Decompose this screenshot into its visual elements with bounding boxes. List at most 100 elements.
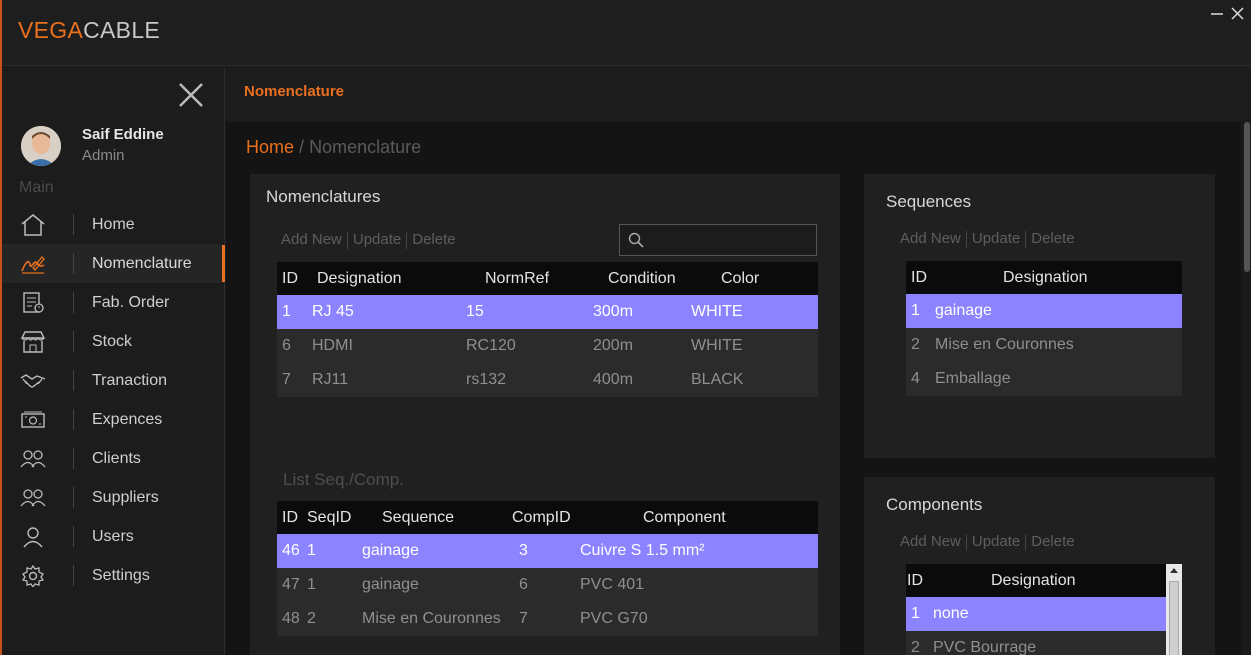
action-divider (346, 231, 348, 249)
table-row[interactable]: 2 Mise en Couronnes (906, 328, 1182, 362)
page-title: Nomenclature (244, 83, 345, 100)
cell: 6 (519, 576, 528, 593)
components-panel: Components Add New Update Delete ID Design… (864, 477, 1215, 655)
nomenclatures-panel: Nomenclatures Add New Update Delete ID Des… (250, 174, 840, 655)
delete-button[interactable]: Delete (1031, 533, 1074, 550)
cell: gainage (362, 542, 419, 559)
column-header[interactable]: Sequence (357, 501, 507, 534)
page-scroll-thumb[interactable] (1244, 122, 1250, 272)
add-new-button[interactable]: Add New (281, 231, 342, 248)
store-icon (20, 331, 46, 353)
table-row[interactable]: 1 none (906, 597, 1166, 631)
table-row[interactable]: 47 1 gainage 6 PVC 401 (277, 568, 818, 602)
components-title: Components (886, 495, 983, 514)
search-icon (628, 232, 644, 248)
cell: rs132 (466, 371, 507, 388)
sidebar-item-settings[interactable]: Settings (2, 556, 225, 595)
sidebar-item-clients[interactable]: Clients (2, 439, 225, 478)
logo-part-vega: VEGA (18, 17, 84, 43)
column-header[interactable]: ID (906, 564, 928, 597)
sidebar-item-suppliers[interactable]: Suppliers (2, 478, 225, 517)
update-button[interactable]: Update (972, 533, 1020, 550)
cell: 300m (593, 303, 634, 320)
avatar[interactable] (21, 126, 61, 166)
sidebar-item-stock[interactable]: Stock (2, 322, 225, 361)
column-header[interactable]: Color (690, 262, 818, 295)
nomenclatures-title: Nomenclatures (266, 187, 381, 206)
column-header[interactable]: Condition (562, 262, 690, 295)
minimize-icon[interactable] (1210, 6, 1224, 24)
column-header[interactable]: ID (906, 261, 930, 294)
update-button[interactable]: Update (353, 231, 401, 248)
table-header-row: ID Designation (906, 261, 1182, 294)
sidebar-item-transaction[interactable]: Tranaction (2, 361, 225, 400)
seqcomp-table: ID SeqID Sequence CompID Component 46 1 ga… (277, 501, 818, 636)
cell: none (933, 605, 969, 622)
nav-divider (73, 448, 74, 469)
column-header[interactable]: NormRef (435, 262, 562, 295)
table-row[interactable]: 1 gainage (906, 294, 1182, 328)
breadcrumb-home-link[interactable]: Home (246, 137, 294, 157)
search-box[interactable] (619, 224, 817, 256)
table-row[interactable]: 48 2 Mise en Couronnes 7 PVC G70 (277, 602, 818, 636)
table-row[interactable]: 7 RJ11 rs132 400m BLACK (277, 363, 818, 397)
sidebar-item-label: Clients (92, 450, 141, 467)
table-row[interactable]: 2 PVC Bourrage (906, 631, 1166, 655)
update-button[interactable]: Update (972, 230, 1020, 247)
cell: Mise en Couronnes (935, 336, 1074, 353)
delete-button[interactable]: Delete (412, 231, 455, 248)
column-header[interactable]: ID (277, 501, 302, 534)
sidebar-item-label: Tranaction (92, 372, 167, 389)
close-sidebar-icon[interactable] (175, 79, 207, 111)
add-new-button[interactable]: Add New (900, 533, 961, 550)
table-row[interactable]: 4 Emballage (906, 362, 1182, 396)
add-new-button[interactable]: Add New (900, 230, 961, 247)
table-row[interactable]: 1 RJ 45 15 300m WHITE (277, 295, 818, 329)
cell: Mise en Couronnes (362, 610, 501, 627)
user-name: Saif Eddine (82, 126, 164, 143)
column-header[interactable]: SeqID (302, 501, 357, 534)
cell: WHITE (691, 337, 743, 354)
nav-section-label: Main (19, 179, 54, 196)
scroll-thumb[interactable] (1169, 581, 1179, 655)
cell: 6 (282, 337, 291, 354)
sidebar-item-label: Suppliers (92, 489, 159, 506)
sidebar-item-label: Settings (92, 567, 150, 584)
users-icon (20, 448, 46, 470)
table-header-row: ID Designation (906, 564, 1166, 597)
column-header[interactable]: Component (577, 501, 818, 534)
column-header[interactable]: Designation (930, 261, 1182, 294)
nav-divider (73, 214, 74, 235)
title-bar: VEGACABLE (2, 0, 1251, 66)
column-header[interactable]: Designation (307, 262, 435, 295)
cell: 2 (911, 336, 920, 353)
action-divider (965, 230, 967, 248)
cell: PVC G70 (580, 610, 648, 627)
sidebar-item-fab-order[interactable]: Fab. Order (2, 283, 225, 322)
cell: RJ11 (312, 371, 349, 388)
components-actions: Add New Update Delete (900, 533, 1075, 551)
table-row[interactable]: 46 1 gainage 3 Cuivre S 1.5 mm² (277, 534, 818, 568)
table-row[interactable]: 6 HDMI RC120 200m WHITE (277, 329, 818, 363)
sidebar-item-label: Users (92, 528, 134, 545)
sidebar-item-expences[interactable]: Expences (2, 400, 225, 439)
column-header[interactable]: Designation (928, 564, 1166, 597)
components-scrollbar[interactable] (1166, 564, 1182, 655)
money-icon (20, 409, 46, 431)
app-logo: VEGACABLE (18, 17, 160, 44)
column-header[interactable]: CompID (507, 501, 577, 534)
sidebar-item-nomenclature[interactable]: Nomenclature (2, 244, 225, 283)
cell: 2 (307, 610, 316, 627)
sidebar-item-home[interactable]: Home (2, 205, 225, 244)
search-input[interactable] (650, 229, 810, 251)
column-header[interactable]: ID (277, 262, 307, 295)
cell: PVC 401 (580, 576, 645, 593)
delete-button[interactable]: Delete (1031, 230, 1074, 247)
page-scrollbar[interactable] (1241, 122, 1251, 655)
breadcrumb: Home / Nomenclature (246, 137, 421, 158)
action-divider (1025, 230, 1027, 248)
close-window-icon[interactable] (1231, 6, 1245, 24)
sidebar-nav: Home Nomenclature Fab. Order Stock Trana (2, 205, 225, 595)
sidebar-item-users[interactable]: Users (2, 517, 225, 556)
scroll-up-icon[interactable] (1166, 564, 1182, 578)
